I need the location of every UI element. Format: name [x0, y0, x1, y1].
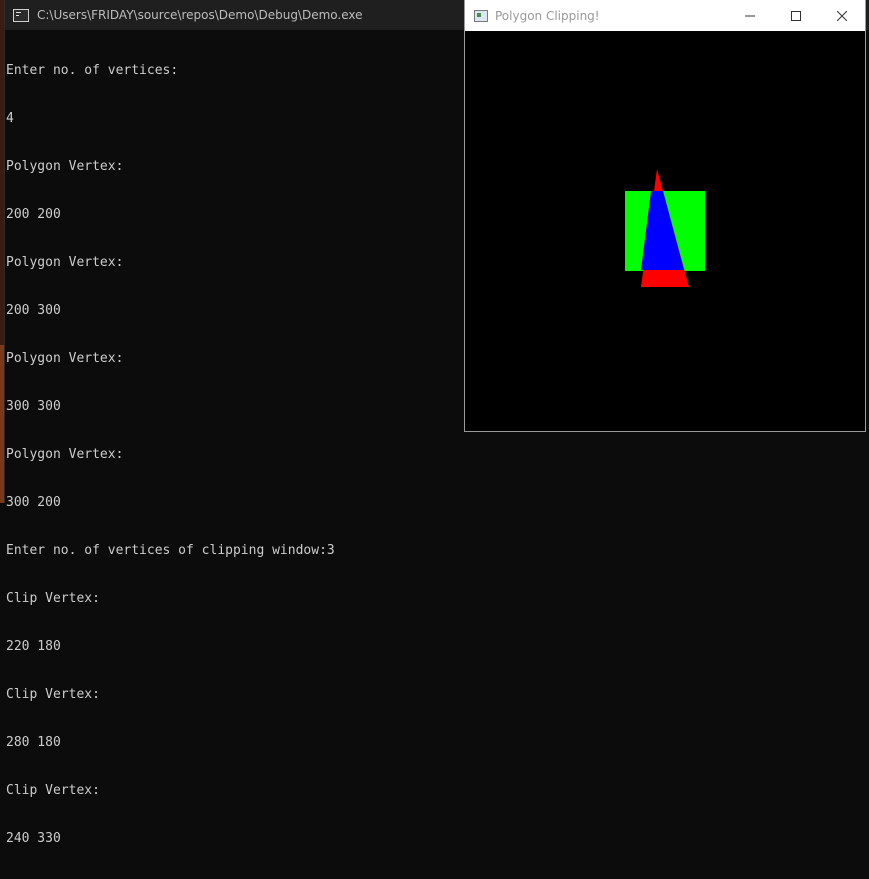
gl-canvas — [465, 31, 865, 431]
maximize-button[interactable] — [773, 0, 819, 31]
minimize-icon — [745, 15, 755, 16]
console-line: Enter no. of vertices of clipping window… — [6, 543, 335, 558]
console-line: 240 330 — [6, 831, 61, 846]
polygon-clipping-window[interactable]: Polygon Clipping! — [464, 0, 866, 432]
console-line: Clip Vertex: — [6, 783, 100, 798]
console-line: 220 180 — [6, 639, 61, 654]
app-icon — [474, 9, 488, 22]
gl-window-title: Polygon Clipping! — [495, 8, 600, 23]
minimize-button[interactable] — [727, 0, 773, 31]
console-app-icon — [13, 8, 29, 22]
console-line: Polygon Vertex: — [6, 447, 124, 462]
console-title: C:\Users\FRIDAY\source\repos\Demo\Debug\… — [37, 8, 363, 22]
console-line: 280 180 — [6, 735, 61, 750]
gl-titlebar[interactable]: Polygon Clipping! — [465, 0, 865, 31]
console-line: Clip Vertex: — [6, 687, 100, 702]
close-icon — [837, 10, 847, 21]
clipping-drawing — [625, 169, 705, 287]
close-button[interactable] — [819, 0, 865, 31]
maximize-icon — [791, 10, 801, 21]
console-line: 300 200 — [6, 495, 61, 510]
console-line: Clip Vertex: — [6, 591, 100, 606]
